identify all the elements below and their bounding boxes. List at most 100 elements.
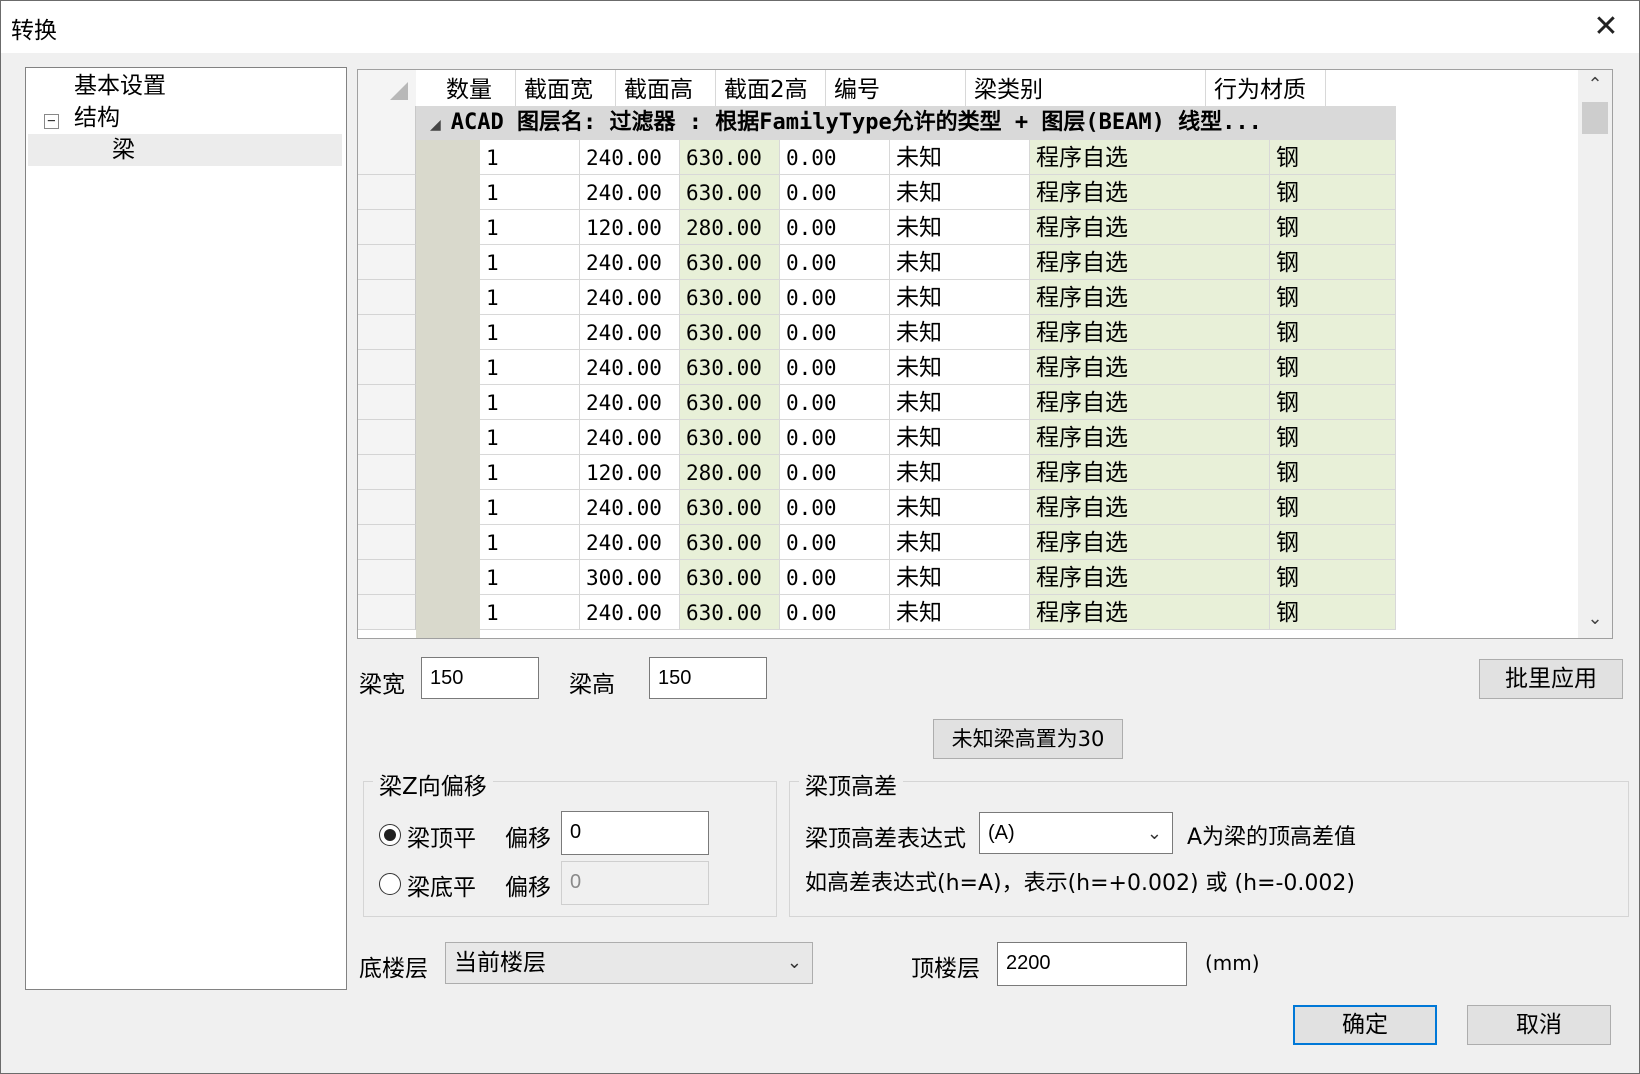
cell-width[interactable]: 240.00 (580, 280, 680, 315)
cell-id[interactable]: 未知 (890, 490, 1030, 525)
cell-beam-type[interactable]: 程序自选 (1030, 140, 1270, 175)
cell-width[interactable]: 240.00 (580, 385, 680, 420)
col-header-material[interactable]: 行为材质 (1206, 70, 1326, 106)
row-header[interactable] (358, 210, 416, 245)
cell-id[interactable]: 未知 (890, 420, 1030, 455)
cell-id[interactable]: 未知 (890, 175, 1030, 210)
cell-material[interactable]: 钢 (1270, 560, 1396, 595)
bottom-flush-radio[interactable] (379, 873, 401, 895)
cell-width[interactable]: 240.00 (580, 315, 680, 350)
cell-count[interactable]: 1 (480, 595, 580, 630)
row-header[interactable] (358, 560, 416, 595)
row-header[interactable] (358, 175, 416, 210)
cell-height2[interactable]: 0.00 (780, 595, 890, 630)
cell-material[interactable]: 钢 (1270, 420, 1396, 455)
cell-id[interactable]: 未知 (890, 525, 1030, 560)
table-row[interactable]: 1 240.00 630.00 0.00 未知 程序自选钢 (480, 315, 1396, 350)
ok-button[interactable]: 确定 (1293, 1005, 1437, 1045)
beam-width-input[interactable]: 150 (421, 657, 539, 699)
cell-count[interactable]: 1 (480, 350, 580, 385)
cell-height[interactable]: 630.00 (680, 350, 780, 385)
cell-height2[interactable]: 0.00 (780, 175, 890, 210)
tree-item-beam[interactable]: 梁 (28, 134, 342, 166)
row-header[interactable] (358, 315, 416, 350)
cell-height[interactable]: 630.00 (680, 525, 780, 560)
top-floor-input[interactable]: 2200 (997, 942, 1187, 986)
cell-id[interactable]: 未知 (890, 140, 1030, 175)
cell-width[interactable]: 240.00 (580, 350, 680, 385)
cell-width[interactable]: 240.00 (580, 490, 680, 525)
cell-height2[interactable]: 0.00 (780, 350, 890, 385)
cell-beam-type[interactable]: 程序自选 (1030, 490, 1270, 525)
cell-beam-type[interactable]: 程序自选 (1030, 350, 1270, 385)
cell-width[interactable]: 240.00 (580, 245, 680, 280)
cell-id[interactable]: 未知 (890, 350, 1030, 385)
cell-id[interactable]: 未知 (890, 385, 1030, 420)
cell-material[interactable]: 钢 (1270, 140, 1396, 175)
cell-count[interactable]: 1 (480, 385, 580, 420)
row-header[interactable] (358, 350, 416, 385)
cell-height2[interactable]: 0.00 (780, 420, 890, 455)
row-header[interactable] (358, 245, 416, 280)
cell-count[interactable]: 1 (480, 315, 580, 350)
row-header[interactable] (358, 140, 416, 175)
cell-id[interactable]: 未知 (890, 595, 1030, 630)
cell-beam-type[interactable]: 程序自选 (1030, 560, 1270, 595)
cell-width[interactable]: 300.00 (580, 560, 680, 595)
cell-count[interactable]: 1 (480, 560, 580, 595)
cell-width[interactable]: 240.00 (580, 420, 680, 455)
cell-count[interactable]: 1 (480, 175, 580, 210)
cell-count[interactable]: 1 (480, 525, 580, 560)
row-header[interactable] (358, 420, 416, 455)
bottom-offset-input[interactable]: 0 (561, 861, 709, 905)
cell-id[interactable]: 未知 (890, 245, 1030, 280)
cell-beam-type[interactable]: 程序自选 (1030, 210, 1270, 245)
cell-material[interactable]: 钢 (1270, 490, 1396, 525)
vertical-scrollbar[interactable]: ⌃ ⌄ (1578, 70, 1612, 638)
cell-height2[interactable]: 0.00 (780, 385, 890, 420)
cell-height2[interactable]: 0.00 (780, 210, 890, 245)
cell-material[interactable]: 钢 (1270, 280, 1396, 315)
collapse-icon[interactable]: − (44, 114, 59, 129)
cell-id[interactable]: 未知 (890, 210, 1030, 245)
cell-beam-type[interactable]: 程序自选 (1030, 525, 1270, 560)
cell-beam-type[interactable]: 程序自选 (1030, 245, 1270, 280)
cell-material[interactable]: 钢 (1270, 175, 1396, 210)
row-header[interactable] (358, 490, 416, 525)
cell-count[interactable]: 1 (480, 210, 580, 245)
cell-count[interactable]: 1 (480, 245, 580, 280)
cell-height[interactable]: 630.00 (680, 385, 780, 420)
row-header[interactable] (358, 455, 416, 490)
cell-beam-type[interactable]: 程序自选 (1030, 455, 1270, 490)
beam-height-input[interactable]: 150 (649, 657, 767, 699)
cell-height2[interactable]: 0.00 (780, 525, 890, 560)
col-header-id[interactable]: 编号 (826, 70, 966, 106)
cell-height[interactable]: 280.00 (680, 455, 780, 490)
grid-corner[interactable] (358, 70, 417, 107)
cell-width[interactable]: 240.00 (580, 525, 680, 560)
table-row[interactable]: 1 240.00 630.00 0.00 未知 程序自选钢 (480, 420, 1396, 455)
cancel-button[interactable]: 取消 (1467, 1005, 1611, 1045)
cell-beam-type[interactable]: 程序自选 (1030, 315, 1270, 350)
cell-beam-type[interactable]: 程序自选 (1030, 385, 1270, 420)
table-row[interactable]: 1 240.00 630.00 0.00 未知 程序自选钢 (480, 245, 1396, 280)
top-diff-expr-select[interactable]: (A) ⌄ (979, 812, 1173, 854)
row-header[interactable] (358, 106, 416, 141)
cell-height[interactable]: 630.00 (680, 280, 780, 315)
col-header-beam-type[interactable]: 梁类别 (966, 70, 1206, 106)
cell-material[interactable]: 钢 (1270, 350, 1396, 385)
tree-item-basic-settings[interactable]: 基本设置 (74, 70, 166, 102)
table-row[interactable]: 1 240.00 630.00 0.00 未知 程序自选钢 (480, 140, 1396, 175)
cell-material[interactable]: 钢 (1270, 595, 1396, 630)
col-header-height2[interactable]: 截面2高 (716, 70, 826, 106)
group-collapse-icon[interactable]: ◢ (430, 108, 441, 140)
col-header-width[interactable]: 截面宽 (516, 70, 616, 106)
cell-height[interactable]: 630.00 (680, 175, 780, 210)
tree-item-structure[interactable]: 结构 (74, 102, 120, 134)
close-icon[interactable]: ✕ (1583, 5, 1629, 49)
bottom-floor-select[interactable]: 当前楼层 ⌄ (445, 942, 813, 984)
table-row[interactable]: 1 120.00 280.00 0.00 未知 程序自选钢 (480, 455, 1396, 490)
table-row[interactable]: 1 300.00 630.00 0.00 未知 程序自选钢 (480, 560, 1396, 595)
cell-height2[interactable]: 0.00 (780, 490, 890, 525)
bottom-flush-label[interactable]: 梁底平 (407, 868, 476, 902)
